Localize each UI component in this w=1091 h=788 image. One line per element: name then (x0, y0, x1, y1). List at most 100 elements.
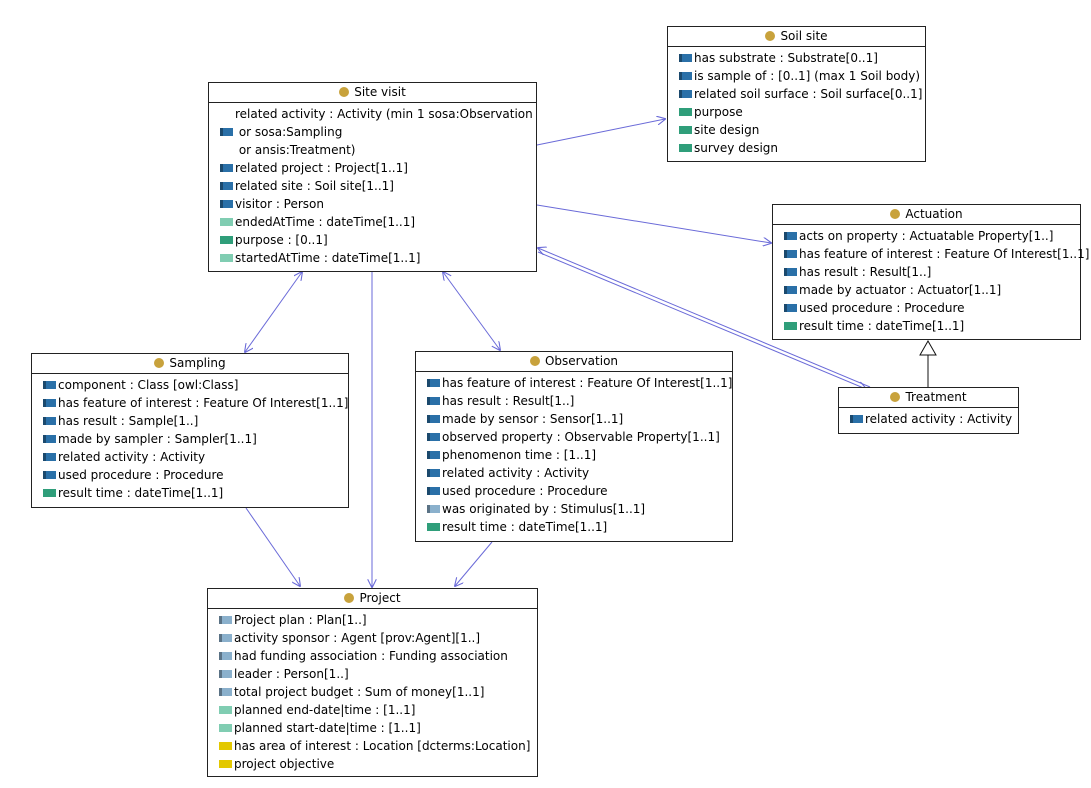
attribute-row[interactable]: had funding association : Funding associ… (208, 647, 537, 665)
attribute-row[interactable]: made by actuator : Actuator[1..1] (773, 281, 1080, 299)
attribute-row[interactable]: has feature of interest : Feature Of Int… (32, 394, 348, 412)
object-property-icon (220, 182, 233, 190)
class-title: Actuation (905, 207, 963, 221)
attribute-label: or sosa:Sampling (235, 125, 343, 139)
attribute-row[interactable]: acts on property : Actuatable Property[1… (773, 227, 1080, 245)
class-site-visit[interactable]: Site visit related activity : Activity (… (208, 82, 537, 272)
class-sampling[interactable]: Sampling component : Class [owl:Class] ha… (31, 353, 349, 508)
attribute-row[interactable]: has result : Sample[1..] (32, 412, 348, 430)
attribute-row[interactable]: leader : Person[1..] (208, 665, 537, 683)
attribute-label: related soil surface : Soil surface[0..1… (694, 87, 923, 101)
attribute-row[interactable]: site design (668, 121, 925, 139)
attribute-row[interactable]: related activity : Activity (32, 448, 348, 466)
attribute-row[interactable]: related activity : Activity (min 1 sosa:… (209, 105, 536, 159)
class-icon (890, 392, 901, 402)
attribute-list: has substrate : Substrate[0..1] is sample… (668, 47, 925, 157)
attribute-label: made by actuator : Actuator[1..1] (799, 283, 1002, 297)
attribute-row[interactable]: Project plan : Plan[1..] (208, 611, 537, 629)
class-observation[interactable]: Observation has feature of interest : Fe… (415, 351, 733, 542)
attribute-row[interactable]: has result : Result[1..] (773, 263, 1080, 281)
object-property-icon (850, 415, 863, 423)
attribute-row[interactable]: related project : Project[1..1] (209, 159, 536, 177)
attribute-row[interactable]: related site : Soil site[1..1] (209, 177, 536, 195)
attribute-row[interactable]: was originated by : Stimulus[1..1] (416, 500, 732, 518)
attribute-label: has result : Result[1..] (799, 265, 932, 279)
attribute-label: visitor : Person (235, 197, 324, 211)
object-property-icon (219, 670, 232, 678)
object-property-icon (220, 128, 233, 136)
class-header: Soil site (668, 27, 925, 47)
attribute-label: total project budget : Sum of money[1..1… (234, 685, 485, 699)
attribute-row[interactable]: used procedure : Procedure (416, 482, 732, 500)
attribute-label: had funding association : Funding associ… (234, 649, 508, 663)
class-treatment[interactable]: Treatment related activity : Activity (838, 387, 1019, 434)
attribute-row[interactable]: result time : dateTime[1..1] (32, 484, 348, 502)
attribute-list: related activity : Activity (min 1 sosa:… (209, 103, 536, 267)
attribute-row[interactable]: related activity : Activity (416, 464, 732, 482)
attribute-row[interactable]: has feature of interest : Feature Of Int… (416, 374, 732, 392)
attribute-row[interactable]: has feature of interest : Feature Of Int… (773, 245, 1089, 263)
attribute-label: result time : dateTime[1..1] (799, 319, 965, 333)
attribute-row[interactable]: has result : Result[1..] (416, 392, 732, 410)
data-property-icon (679, 144, 692, 152)
class-header: Treatment (839, 388, 1018, 408)
attribute-label: Project plan : Plan[1..] (234, 613, 367, 627)
attribute-label: is sample of : [0..1] (max 1 Soil body) (694, 69, 921, 83)
attribute-row[interactable]: purpose (668, 103, 925, 121)
attribute-row[interactable]: activity sponsor : Agent [prov:Agent][1.… (208, 629, 537, 647)
attribute-row[interactable]: related soil surface : Soil surface[0..1… (668, 85, 925, 103)
attribute-row[interactable]: planned start-date|time : [1..1] (208, 719, 537, 737)
attribute-row[interactable]: used procedure : Procedure (773, 299, 1080, 317)
attribute-row[interactable]: has substrate : Substrate[0..1] (668, 49, 925, 67)
attribute-label: planned end-date|time : [1..1] (234, 703, 416, 717)
class-icon (529, 356, 540, 366)
object-property-icon (427, 433, 440, 441)
data-property-icon (43, 489, 56, 497)
attribute-label: related activity : Activity (58, 450, 206, 464)
attribute-row[interactable]: component : Class [owl:Class] (32, 376, 348, 394)
class-title: Sampling (169, 356, 226, 370)
attribute-list: component : Class [owl:Class] has feature… (32, 374, 348, 502)
object-property-icon (219, 634, 232, 642)
object-property-icon (679, 72, 692, 80)
class-title: Observation (544, 354, 619, 368)
edge-sitevisit-sampling (245, 272, 302, 352)
attribute-row[interactable]: made by sensor : Sensor[1..1] (416, 410, 732, 428)
attribute-row[interactable]: observed property : Observable Property[… (416, 428, 732, 446)
attribute-row[interactable]: is sample of : [0..1] (max 1 Soil body) (668, 67, 925, 85)
attribute-row[interactable]: made by sampler : Sampler[1..1] (32, 430, 348, 448)
attribute-row[interactable]: phenomenon time : [1..1] (416, 446, 732, 464)
edge-sitevisit-observation (443, 272, 500, 350)
attribute-label: planned start-date|time : [1..1] (234, 721, 421, 735)
data-property-icon (784, 322, 797, 330)
attribute-row[interactable]: used procedure : Procedure (32, 466, 348, 484)
attribute-row[interactable]: total project budget : Sum of money[1..1… (208, 683, 537, 701)
object-property-icon (43, 435, 56, 443)
class-header: Project (208, 589, 537, 609)
data-property-icon (219, 706, 232, 714)
attribute-label: survey design (694, 141, 778, 155)
attribute-row[interactable]: purpose : [0..1] (209, 231, 536, 249)
class-project[interactable]: Project Project plan : Plan[1..] activity… (207, 588, 538, 777)
class-icon (344, 593, 355, 603)
attribute-row[interactable]: related activity : Activity (839, 410, 1018, 428)
attribute-row[interactable]: result time : dateTime[1..1] (773, 317, 1080, 335)
class-soil-site[interactable]: Soil site has substrate : Substrate[0..1… (667, 26, 926, 162)
object-property-icon (784, 304, 797, 312)
class-actuation[interactable]: Actuation acts on property : Actuatable … (772, 204, 1089, 340)
attribute-row[interactable]: survey design (668, 139, 925, 157)
attribute-list: acts on property : Actuatable Property[1… (773, 225, 1089, 335)
attribute-row[interactable]: planned end-date|time : [1..1] (208, 701, 537, 719)
attribute-row[interactable]: has area of interest : Location [dcterms… (208, 737, 537, 755)
data-property-icon (679, 108, 692, 116)
attribute-label: site design (694, 123, 760, 137)
class-title: Soil site (780, 29, 828, 43)
object-property-icon (427, 379, 440, 387)
attribute-row[interactable]: endedAtTime : dateTime[1..1] (209, 213, 536, 231)
class-icon (154, 358, 165, 368)
attribute-row[interactable]: result time : dateTime[1..1] (416, 518, 732, 536)
attribute-row[interactable]: visitor : Person (209, 195, 536, 213)
attribute-row[interactable]: startedAtTime : dateTime[1..1] (209, 249, 536, 267)
class-icon (890, 209, 901, 219)
attribute-row[interactable]: project objective (208, 755, 537, 773)
